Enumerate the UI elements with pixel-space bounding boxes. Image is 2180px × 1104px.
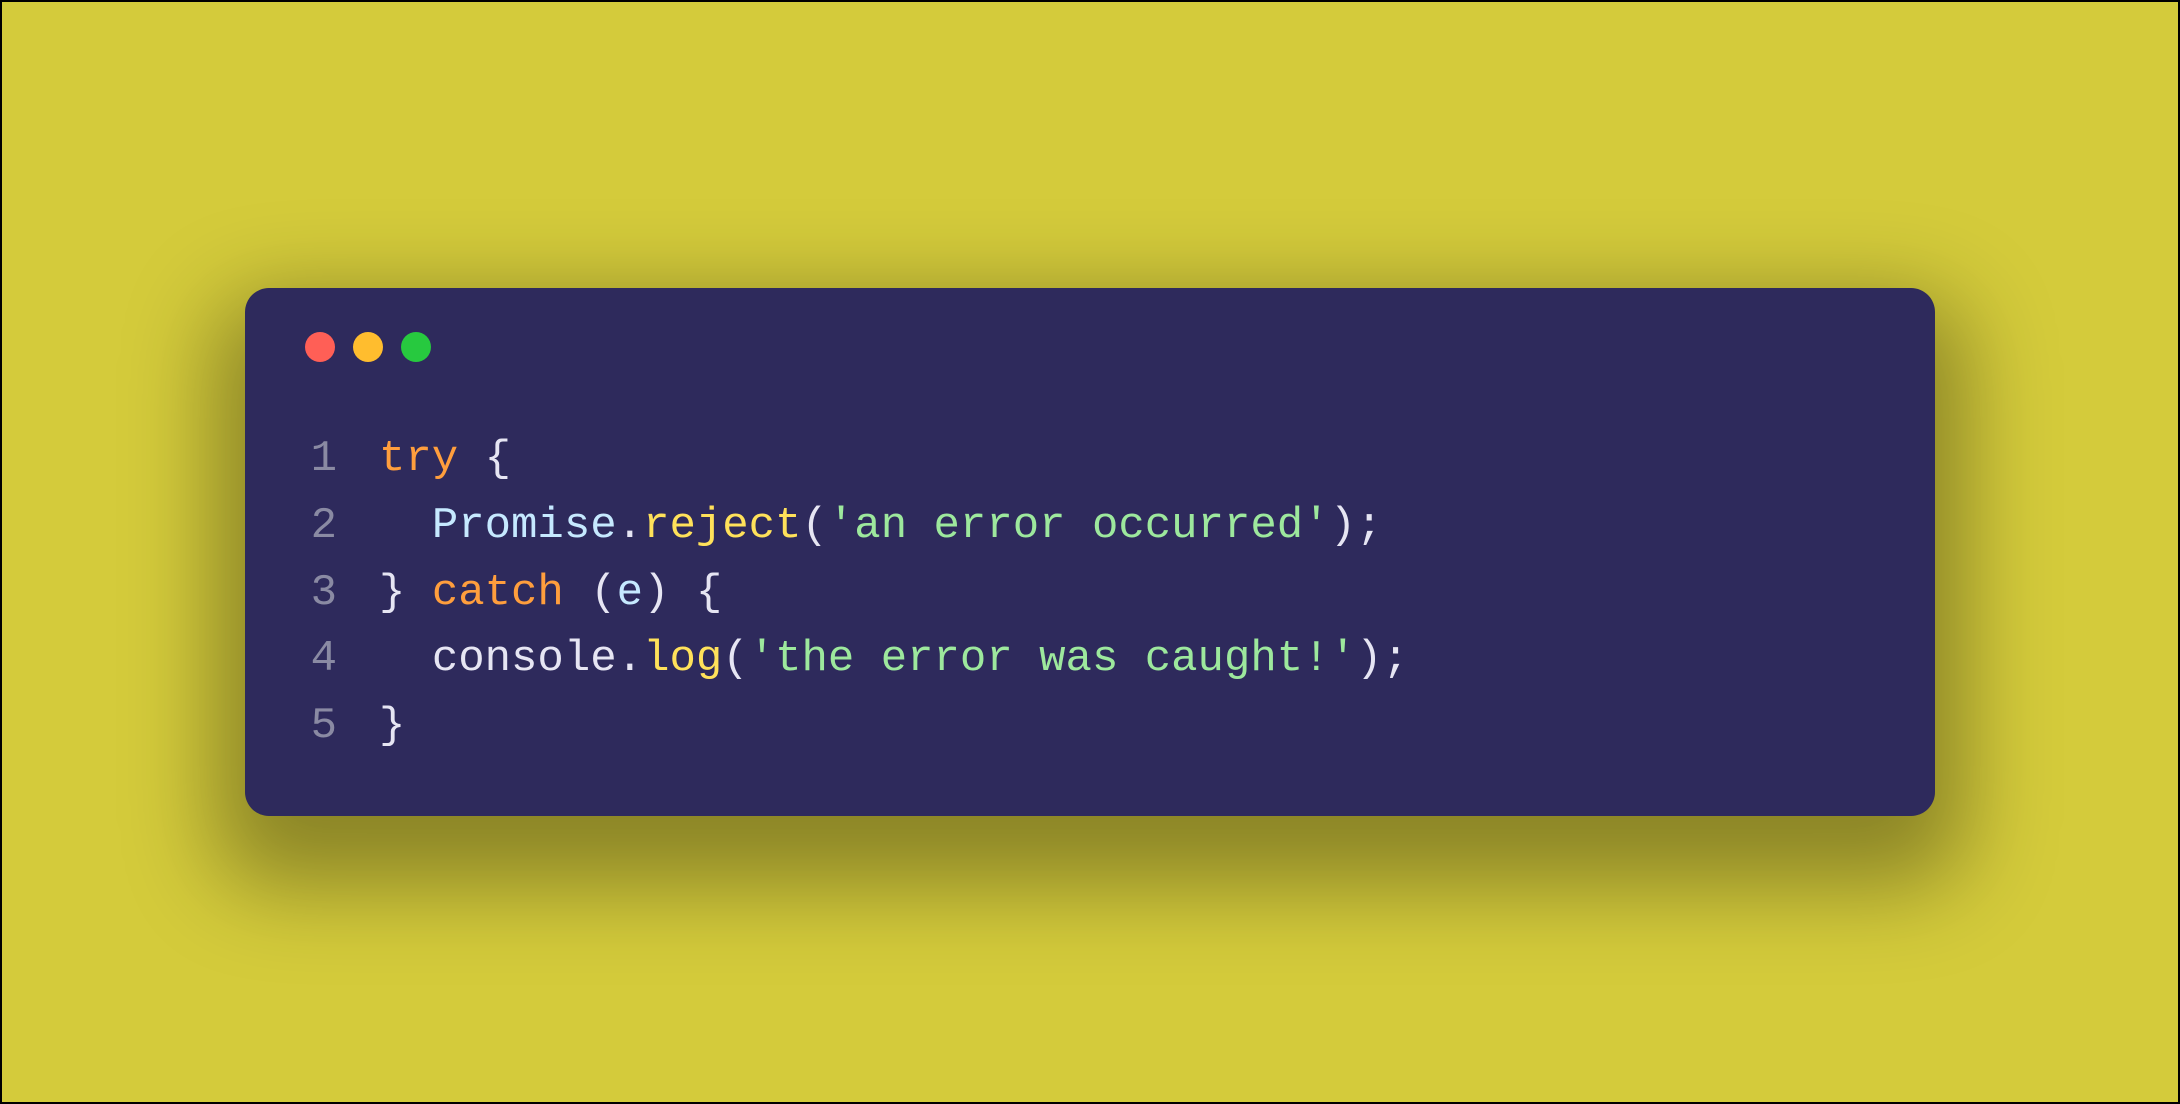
token-punc: ( [802,501,828,551]
token-punc: ) { [643,568,722,618]
code-line: 3} catch (e) { [301,560,1879,627]
minimize-icon[interactable] [353,332,383,362]
line-number: 4 [301,626,379,693]
line-content: } [379,693,1879,760]
token-kw: catch [432,568,564,618]
line-number: 2 [301,493,379,560]
token-punc: ( [564,568,617,618]
line-number: 1 [301,426,379,493]
line-number: 3 [301,560,379,627]
token-punc: } [379,568,432,618]
token-punc: { [458,434,511,484]
token-obj: console [432,634,617,684]
code-block: 1try {2 Promise.reject('an error occurre… [301,426,1879,760]
code-window: 1try {2 Promise.reject('an error occurre… [245,288,1935,816]
token-punc: } [379,701,405,751]
line-content: console.log('the error was caught!'); [379,626,1879,693]
code-line: 4 console.log('the error was caught!'); [301,626,1879,693]
line-number: 5 [301,693,379,760]
close-icon[interactable] [305,332,335,362]
line-content: } catch (e) { [379,560,1879,627]
token-punc: . [617,634,643,684]
window-titlebar [301,332,1879,362]
zoom-icon[interactable] [401,332,431,362]
token-kw: try [379,434,458,484]
token-punc: ); [1330,501,1383,551]
token-punc [379,501,432,551]
token-punc: ); [1356,634,1409,684]
token-fn: log [643,634,722,684]
token-punc: ( [722,634,748,684]
token-punc: . [617,501,643,551]
code-line: 5} [301,693,1879,760]
code-line: 1try { [301,426,1879,493]
line-content: Promise.reject('an error occurred'); [379,493,1879,560]
token-punc [379,634,432,684]
code-line: 2 Promise.reject('an error occurred'); [301,493,1879,560]
line-content: try { [379,426,1879,493]
token-fn: reject [643,501,801,551]
token-cls: Promise [432,501,617,551]
token-str: 'an error occurred' [828,501,1330,551]
token-str: 'the error was caught!' [749,634,1356,684]
token-var: e [617,568,643,618]
